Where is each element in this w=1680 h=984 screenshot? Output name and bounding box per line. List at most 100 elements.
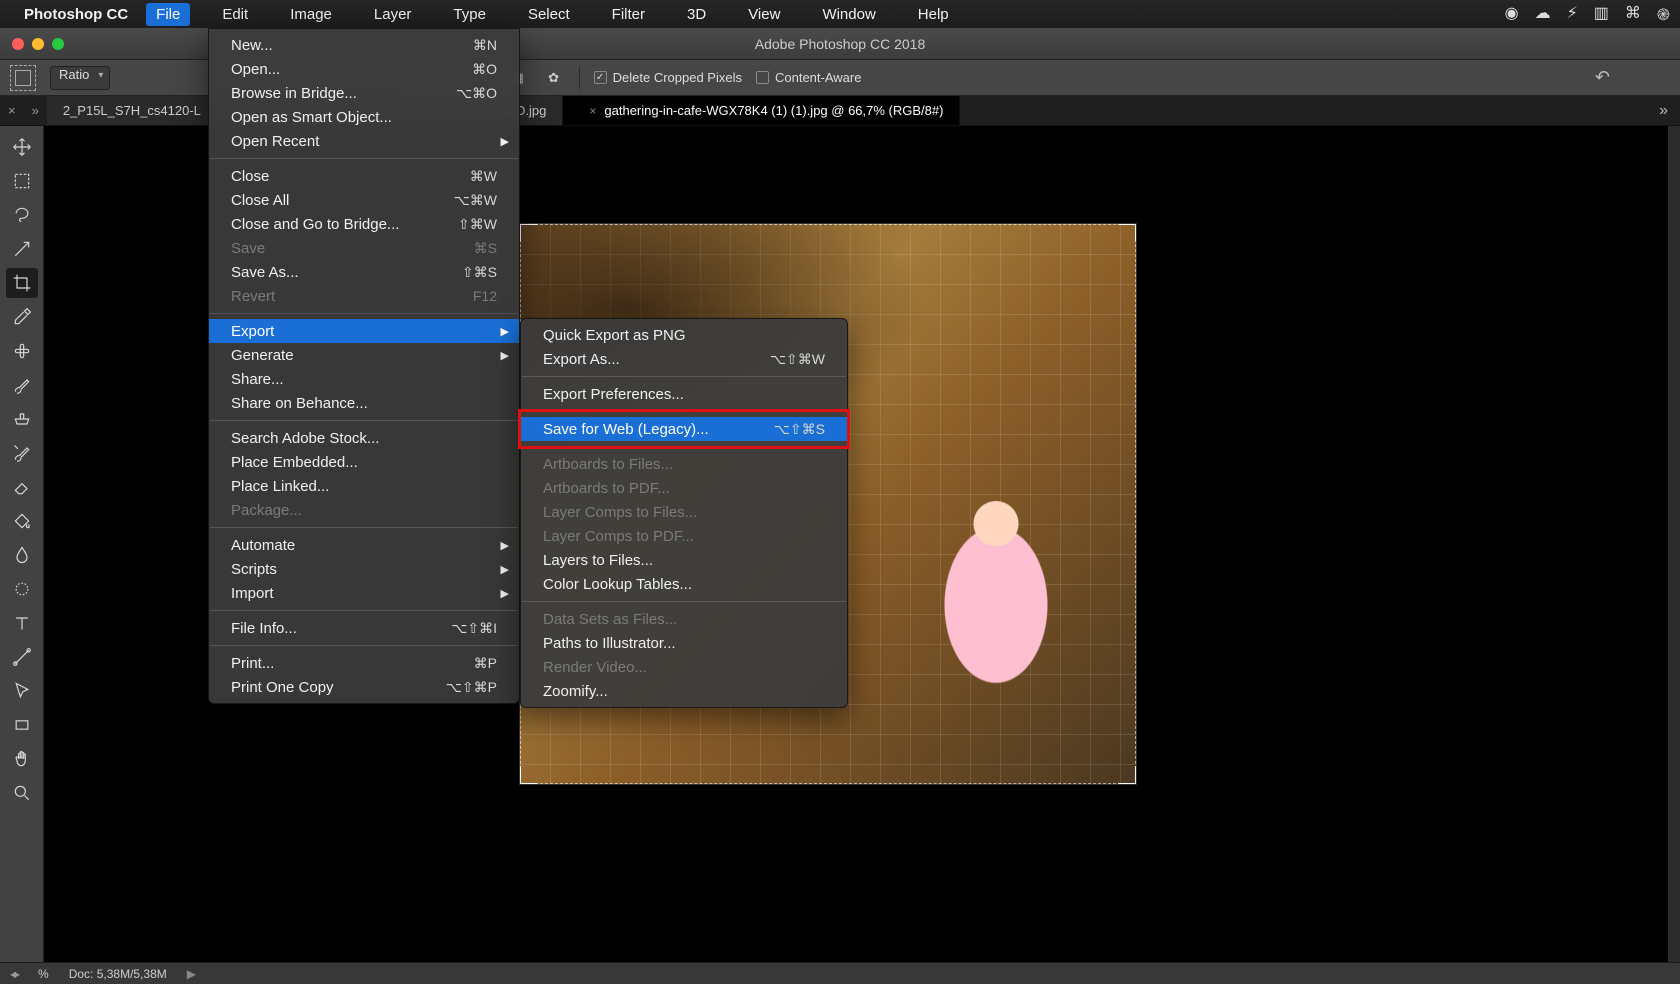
menu-edit[interactable]: Edit xyxy=(212,3,258,26)
history-brush-tool[interactable] xyxy=(6,438,38,468)
status-disclosure-icon[interactable]: ▶ xyxy=(187,967,196,981)
file-menu-item[interactable]: Close All⌥⌘W xyxy=(209,188,519,212)
healing-brush-tool[interactable] xyxy=(6,336,38,366)
zoom-tool[interactable] xyxy=(6,778,38,808)
type-tool[interactable] xyxy=(6,608,38,638)
crop-handle-bottom-right[interactable] xyxy=(1118,766,1136,784)
clone-stamp-tool[interactable] xyxy=(6,404,38,434)
export-menu-item[interactable]: Zoomify... xyxy=(521,679,847,703)
tab-scroll-icon[interactable]: » xyxy=(24,96,47,125)
crop-settings-icon[interactable]: ✿ xyxy=(543,67,565,89)
file-menu-item[interactable]: Browse in Bridge...⌥⌘O xyxy=(209,81,519,105)
menu-help[interactable]: Help xyxy=(908,3,959,26)
file-menu-item[interactable]: Open...⌘O xyxy=(209,57,519,81)
window-zoom-button[interactable] xyxy=(52,38,64,50)
brush-tool[interactable] xyxy=(6,370,38,400)
right-panel-edge[interactable] xyxy=(1668,126,1680,962)
file-menu-item[interactable]: Print...⌘P xyxy=(209,651,519,675)
calendar-icon[interactable]: ▥ xyxy=(1594,3,1609,25)
tab-close-all-icon[interactable]: × xyxy=(0,96,24,125)
menu-select[interactable]: Select xyxy=(518,3,580,26)
zoom-stepper-icon[interactable]: ◂▸ xyxy=(10,967,18,981)
file-menu-item[interactable]: Import▶ xyxy=(209,581,519,605)
file-menu-item[interactable]: Place Linked... xyxy=(209,474,519,498)
file-menu-item[interactable]: Scripts▶ xyxy=(209,557,519,581)
export-menu-item[interactable]: Color Lookup Tables... xyxy=(521,572,847,596)
export-menu-item[interactable]: Export As...⌥⇧⌘W xyxy=(521,347,847,371)
marquee-tool[interactable] xyxy=(6,166,38,196)
menu-3d[interactable]: 3D xyxy=(677,3,716,26)
eraser-tool[interactable] xyxy=(6,472,38,502)
direct-select-tool[interactable] xyxy=(6,676,38,706)
menu-item-shortcut: ⌘N xyxy=(473,37,497,54)
file-menu-item[interactable]: Export▶ xyxy=(209,319,519,343)
rectangle-tool[interactable] xyxy=(6,710,38,740)
tab-overflow-icon[interactable]: » xyxy=(1647,96,1680,125)
hand-tool[interactable] xyxy=(6,744,38,774)
spiral-icon[interactable]: ֎ xyxy=(1657,3,1670,25)
file-menu-item[interactable]: Save As...⇧⌘S xyxy=(209,260,519,284)
file-menu-item[interactable]: Close⌘W xyxy=(209,164,519,188)
menu-item-label: Print One Copy xyxy=(231,679,446,696)
menu-item-label: Save xyxy=(231,240,474,257)
menu-type[interactable]: Type xyxy=(443,3,496,26)
lasso-tool[interactable] xyxy=(6,200,38,230)
window-minimize-button[interactable] xyxy=(32,38,44,50)
magic-wand-tool[interactable] xyxy=(6,234,38,264)
menu-item-shortcut: ⌘O xyxy=(472,61,497,78)
reset-crop-icon[interactable]: ↶ xyxy=(1595,67,1670,88)
crop-ratio-select[interactable]: Ratio xyxy=(50,66,110,90)
menu-image[interactable]: Image xyxy=(280,3,342,26)
file-menu-item[interactable]: Automate▶ xyxy=(209,533,519,557)
menu-item-label: Share... xyxy=(231,371,497,388)
mac-app-name[interactable]: Photoshop CC xyxy=(24,6,128,23)
document-tab[interactable]: 2_P15L_S7H_cs4120-L xyxy=(47,96,217,125)
crop-handle-top-right[interactable] xyxy=(1118,224,1136,242)
menu-file[interactable]: File xyxy=(146,3,190,26)
eyedropper-tool[interactable] xyxy=(6,302,38,332)
file-menu-item[interactable]: Print One Copy⌥⇧⌘P xyxy=(209,675,519,699)
window-close-button[interactable] xyxy=(12,38,24,50)
menu-filter[interactable]: Filter xyxy=(602,3,655,26)
cloud-icon[interactable]: ☁︎ xyxy=(1535,3,1551,25)
menu-separator xyxy=(210,313,518,314)
file-menu-item[interactable]: Close and Go to Bridge...⇧⌘W xyxy=(209,212,519,236)
check-circle-icon[interactable]: ◉ xyxy=(1505,3,1519,25)
menu-view[interactable]: View xyxy=(738,3,790,26)
export-menu-item[interactable]: Quick Export as PNG xyxy=(521,323,847,347)
move-tool[interactable] xyxy=(6,132,38,162)
crop-handle-bottom-left[interactable] xyxy=(520,766,538,784)
paint-bucket-tool[interactable] xyxy=(6,506,38,536)
close-tab-icon[interactable]: × xyxy=(589,104,596,118)
crop-handle-top-left[interactable] xyxy=(520,224,538,242)
menu-window[interactable]: Window xyxy=(812,3,885,26)
file-menu-item[interactable]: New...⌘N xyxy=(209,33,519,57)
file-menu-item[interactable]: Share... xyxy=(209,367,519,391)
sponge-tool[interactable] xyxy=(6,574,38,604)
file-menu-item[interactable]: File Info...⌥⇧⌘I xyxy=(209,616,519,640)
export-menu-item[interactable]: Save for Web (Legacy)...⌥⇧⌘S xyxy=(521,417,847,441)
file-menu-item[interactable]: Open as Smart Object... xyxy=(209,105,519,129)
bolt-icon[interactable]: ⚡︎ xyxy=(1567,3,1578,25)
path-tool[interactable] xyxy=(6,642,38,672)
crop-tool[interactable] xyxy=(6,268,38,298)
menu-item-label: Place Linked... xyxy=(231,478,497,495)
document-tab-active[interactable]: × gathering-in-cafe-WGX78K4 (1) (1).jpg … xyxy=(563,96,960,125)
export-menu-item[interactable]: Export Preferences... xyxy=(521,382,847,406)
cc-icon[interactable]: ⌘ xyxy=(1625,3,1641,25)
export-menu-item[interactable]: Layers to Files... xyxy=(521,548,847,572)
zoom-percent[interactable]: % xyxy=(38,967,49,981)
blur-tool[interactable] xyxy=(6,540,38,570)
menu-item-label: Close xyxy=(231,168,470,185)
crop-tool-icon[interactable] xyxy=(10,65,36,91)
menu-separator xyxy=(210,420,518,421)
file-menu-item[interactable]: Search Adobe Stock... xyxy=(209,426,519,450)
file-menu-item[interactable]: Share on Behance... xyxy=(209,391,519,415)
delete-cropped-checkbox[interactable]: ✓ Delete Cropped Pixels xyxy=(594,70,742,85)
file-menu-item[interactable]: Place Embedded... xyxy=(209,450,519,474)
export-menu-item[interactable]: Paths to Illustrator... xyxy=(521,631,847,655)
file-menu-item[interactable]: Generate▶ xyxy=(209,343,519,367)
content-aware-checkbox[interactable]: Content-Aware xyxy=(756,70,861,85)
file-menu-item[interactable]: Open Recent▶ xyxy=(209,129,519,153)
menu-layer[interactable]: Layer xyxy=(364,3,422,26)
